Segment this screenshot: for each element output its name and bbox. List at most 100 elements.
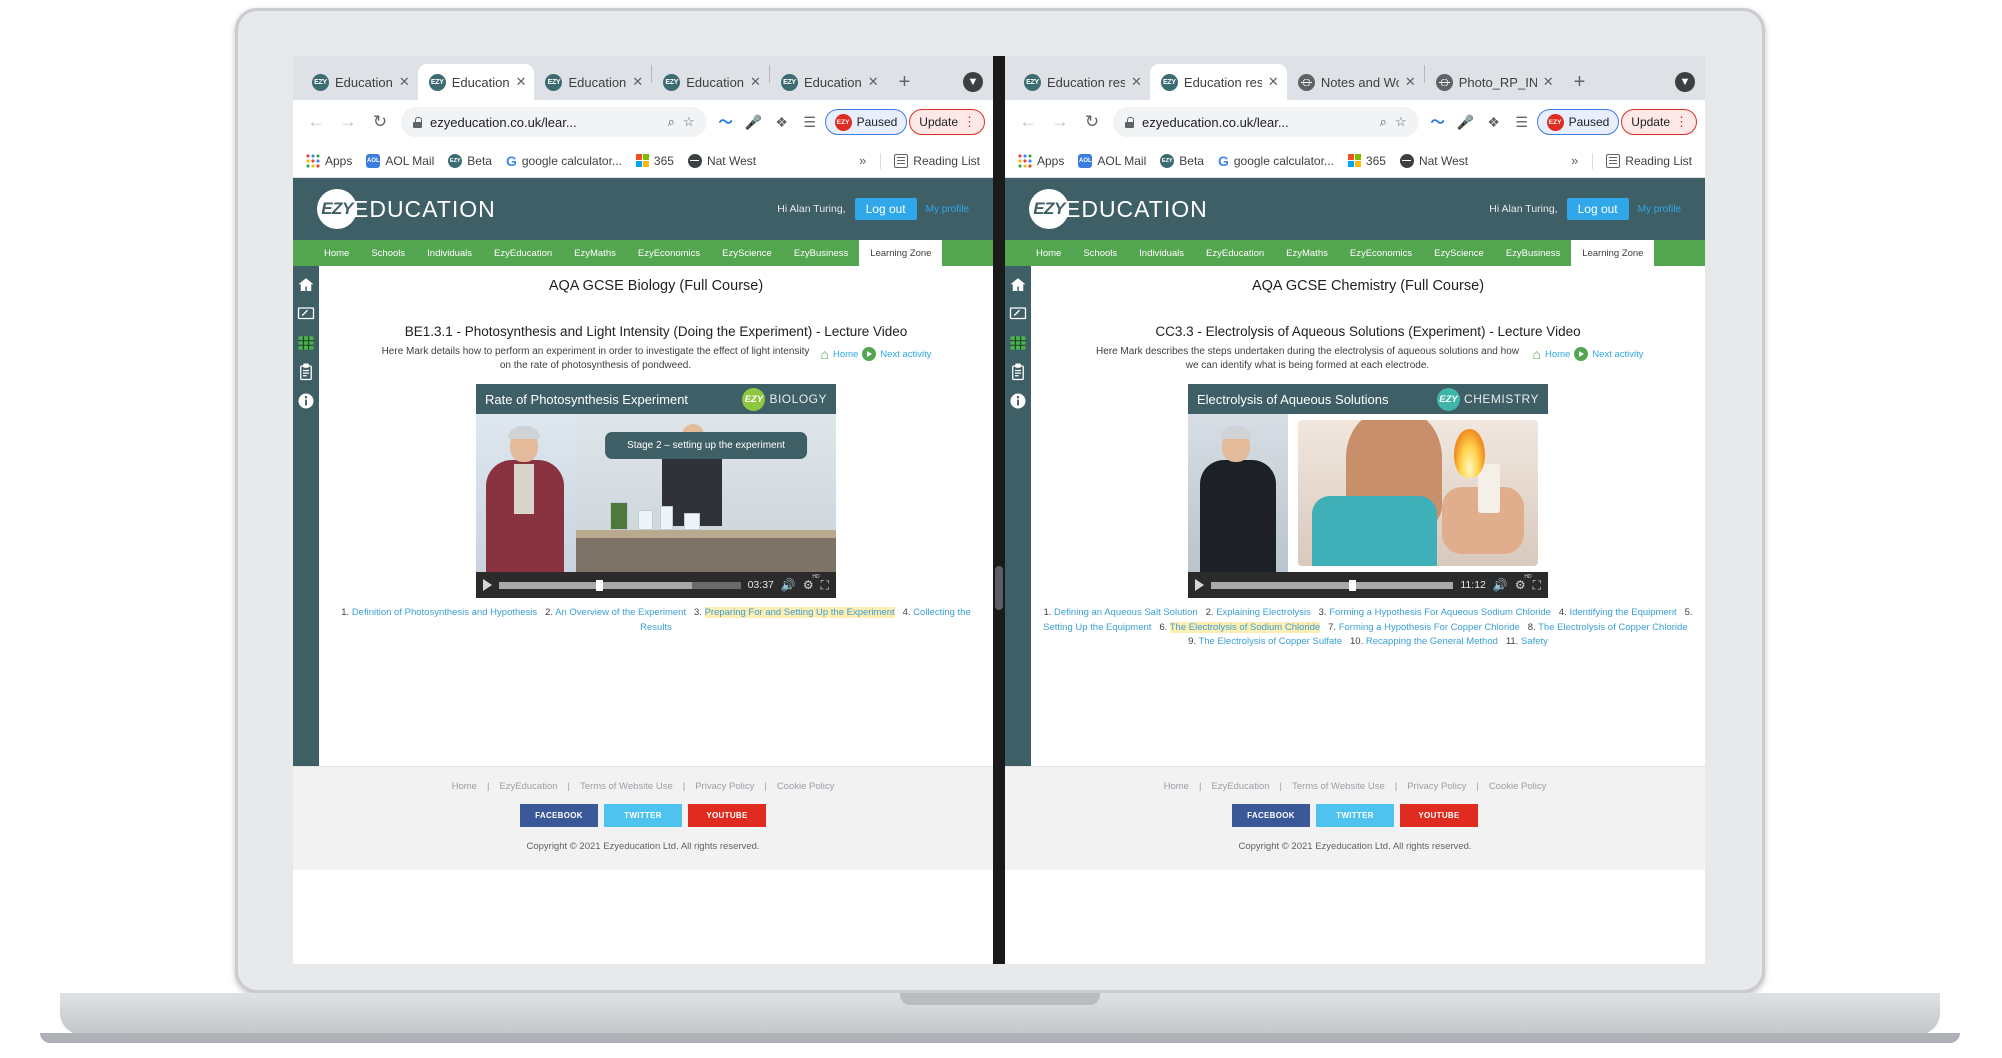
- progress-handle[interactable]: [1349, 580, 1356, 591]
- bookmark-star-icon[interactable]: ☆: [683, 114, 695, 130]
- microphone-icon[interactable]: 🎤: [1453, 114, 1479, 131]
- waveform-icon[interactable]: 〜: [713, 112, 739, 132]
- address-bar[interactable]: ezyeducation.co.uk/lear...⌕☆: [1113, 107, 1419, 137]
- nav-item-ezyeconomics[interactable]: EzyEconomics: [1339, 240, 1423, 266]
- lesson-link-label[interactable]: Forming a Hypothesis For Copper Chloride: [1339, 622, 1520, 633]
- close-icon[interactable]: ✕: [1131, 74, 1142, 90]
- footer-link[interactable]: Privacy Policy: [690, 781, 759, 792]
- lesson-link-label[interactable]: Preparing For and Setting Up the Experim…: [705, 607, 895, 618]
- nav-item-ezyeconomics[interactable]: EzyEconomics: [627, 240, 711, 266]
- footer-link[interactable]: Cookie Policy: [1484, 781, 1552, 792]
- social-button-facebook[interactable]: FACEBOOK: [1232, 804, 1310, 827]
- footer-link[interactable]: Home: [447, 781, 482, 792]
- lesson-link-label[interactable]: Defining an Aqueous Salt Solution: [1054, 607, 1198, 618]
- browser-tab[interactable]: EZYEducation res✕: [1150, 64, 1287, 100]
- lesson-link-item[interactable]: 3. Forming a Hypothesis For Aqueous Sodi…: [1319, 607, 1551, 618]
- nav-item-ezymaths[interactable]: EzyMaths: [1275, 240, 1339, 266]
- browser-tab[interactable]: Notes and Wo✕: [1287, 64, 1424, 100]
- grid-icon[interactable]: [1009, 334, 1027, 352]
- waveform-icon[interactable]: 〜: [1425, 112, 1451, 132]
- puzzle-icon[interactable]: ❖: [1481, 114, 1507, 131]
- lesson-link-item[interactable]: 2. An Overview of the Experiment: [545, 607, 686, 618]
- footer-link[interactable]: EzyEducation: [494, 781, 562, 792]
- nav-item-home[interactable]: Home: [1025, 240, 1072, 266]
- lesson-link-label[interactable]: Setting Up the Equipment: [1043, 622, 1151, 633]
- browser-tab[interactable]: EZYEducation✕: [301, 64, 418, 100]
- close-icon[interactable]: ✕: [1405, 74, 1416, 90]
- bookmark-item[interactable]: Nat West: [683, 151, 761, 171]
- ezy-education-logo[interactable]: EZYEDUCATION: [1029, 189, 1208, 229]
- fullscreen-icon[interactable]: ⛶: [1533, 578, 1541, 593]
- video-progress-bar[interactable]: [1211, 582, 1453, 589]
- nav-item-learning-zone[interactable]: Learning Zone: [1571, 240, 1654, 266]
- ezy-education-logo[interactable]: EZYEDUCATION: [317, 189, 496, 229]
- bookmark-item[interactable]: 365: [1343, 151, 1391, 171]
- back-button[interactable]: ←: [1013, 107, 1043, 137]
- microphone-icon[interactable]: 🎤: [741, 114, 767, 131]
- split-screen-drag-handle[interactable]: [995, 566, 1003, 610]
- paused-status-button[interactable]: EZYPaused: [825, 109, 908, 135]
- bookmark-item[interactable]: Nat West: [1395, 151, 1473, 171]
- browser-menu-icon[interactable]: ⋮: [963, 114, 975, 130]
- lesson-link-item[interactable]: 4. Identifying the Equipment: [1559, 607, 1677, 618]
- nav-item-schools[interactable]: Schools: [360, 240, 416, 266]
- nav-item-ezybusiness[interactable]: EzyBusiness: [1495, 240, 1571, 266]
- home-icon[interactable]: ⌂: [1532, 347, 1540, 361]
- video-progress-bar[interactable]: [499, 582, 741, 589]
- reload-button[interactable]: ↻: [1077, 107, 1107, 137]
- home-icon[interactable]: [297, 276, 315, 294]
- profile-avatar[interactable]: ▼: [1675, 72, 1695, 92]
- browser-tab[interactable]: EZYEducation✕: [534, 64, 651, 100]
- nav-item-ezyscience[interactable]: EzyScience: [1423, 240, 1495, 266]
- puzzle-icon[interactable]: ❖: [769, 114, 795, 131]
- forward-button[interactable]: →: [333, 107, 363, 137]
- nav-item-ezymaths[interactable]: EzyMaths: [563, 240, 627, 266]
- close-icon[interactable]: ✕: [750, 74, 761, 90]
- bookmark-item[interactable]: AOLAOL Mail: [1073, 151, 1151, 171]
- play-circle-icon[interactable]: [862, 347, 876, 361]
- lesson-link-label[interactable]: Recapping the General Method: [1366, 636, 1498, 647]
- forward-button[interactable]: →: [1045, 107, 1075, 137]
- new-tab-button[interactable]: +: [1562, 72, 1598, 100]
- play-icon[interactable]: [483, 579, 492, 591]
- list-icon[interactable]: ☰: [1509, 114, 1535, 131]
- social-button-youtube[interactable]: YOUTUBE: [1400, 804, 1478, 827]
- video-stage[interactable]: [1188, 414, 1548, 572]
- lesson-link-label[interactable]: The Electrolysis of Sodium Chloride: [1170, 622, 1320, 633]
- lesson-link-item[interactable]: 7. Forming a Hypothesis For Copper Chlor…: [1328, 622, 1520, 633]
- nav-item-ezyeducation[interactable]: EzyEducation: [483, 240, 563, 266]
- bookmarks-overflow-icon[interactable]: »: [853, 153, 872, 168]
- info-icon[interactable]: [297, 392, 315, 410]
- close-icon[interactable]: ✕: [632, 74, 643, 90]
- lesson-link-label[interactable]: Forming a Hypothesis For Aqueous Sodium …: [1329, 607, 1551, 618]
- lesson-link-label[interactable]: Identifying the Equipment: [1569, 607, 1676, 618]
- lesson-link-item[interactable]: 11. Safety: [1506, 636, 1548, 647]
- lesson-link-item[interactable]: 2. Explaining Electrolysis: [1206, 607, 1311, 618]
- footer-link[interactable]: Terms of Website Use: [575, 781, 678, 792]
- list-icon[interactable]: ☰: [797, 114, 823, 131]
- back-button[interactable]: ←: [301, 107, 331, 137]
- settings-gear-icon[interactable]: ⚙: [1515, 578, 1526, 592]
- nav-item-ezyeducation[interactable]: EzyEducation: [1195, 240, 1275, 266]
- footer-link[interactable]: Privacy Policy: [1402, 781, 1471, 792]
- grid-icon[interactable]: [297, 334, 315, 352]
- bookmark-item[interactable]: 365: [631, 151, 679, 171]
- lesson-link-label[interactable]: Definition of Photosynthesis and Hypothe…: [352, 607, 537, 618]
- bookmark-item[interactable]: Apps: [1013, 151, 1069, 171]
- settings-gear-icon[interactable]: ⚙: [803, 578, 814, 592]
- volume-icon[interactable]: 🔊: [781, 578, 796, 592]
- nav-item-individuals[interactable]: Individuals: [416, 240, 483, 266]
- lesson-link-label[interactable]: Safety: [1521, 636, 1548, 647]
- browser-tab[interactable]: EZYEducation res✕: [1013, 64, 1150, 100]
- paused-status-button[interactable]: EZYPaused: [1537, 109, 1620, 135]
- quick-home-link[interactable]: Home: [833, 349, 858, 360]
- home-icon[interactable]: ⌂: [820, 347, 828, 361]
- lesson-link-item[interactable]: 10. Recapping the General Method: [1350, 636, 1498, 647]
- close-icon[interactable]: ✕: [399, 74, 410, 90]
- nav-item-home[interactable]: Home: [313, 240, 360, 266]
- whiteboard-icon[interactable]: [1009, 305, 1027, 323]
- address-bar[interactable]: ezyeducation.co.uk/lear...⌕☆: [401, 107, 707, 137]
- lesson-link-label[interactable]: An Overview of the Experiment: [555, 607, 686, 618]
- search-icon[interactable]: ⌕: [668, 114, 675, 130]
- browser-menu-icon[interactable]: ⋮: [1675, 114, 1687, 130]
